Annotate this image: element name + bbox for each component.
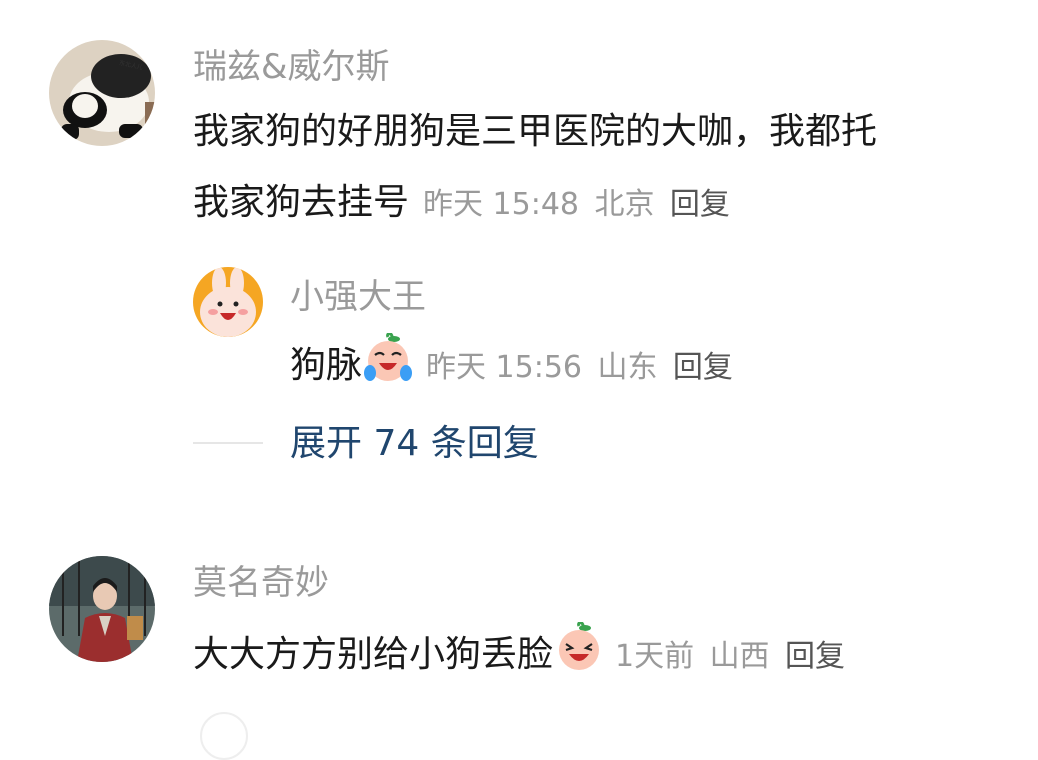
avatar-xiaoqiang[interactable] — [193, 267, 263, 337]
expand-divider — [193, 442, 263, 444]
laughing-cry-peach-emoji-icon — [559, 622, 600, 670]
avatar-mominqimiao[interactable] — [49, 556, 155, 662]
comment-text-line-2: 我家狗去挂号 昨天 15:48 北京 回复 — [193, 175, 877, 233]
expand-replies-button[interactable]: 展开 74 条回复 — [290, 422, 539, 466]
reply-button[interactable]: 回复 — [785, 639, 845, 674]
avatar-ruizi[interactable]: 东北人儿 — [49, 40, 155, 146]
comment-location: 山西 — [709, 639, 770, 674]
comment-text: 大大方方别给小狗丢脸 1天前 山西 回复 — [193, 622, 845, 685]
reply-button[interactable]: 回复 — [670, 187, 730, 222]
comment-username[interactable]: 瑞兹&威尔斯 — [193, 47, 390, 87]
comment-text-line: 我家狗的好朋狗是三甲医院的大咖，我都托 — [193, 111, 878, 152]
reply-text: 狗脉 昨天 15:56 山东 回复 — [290, 333, 733, 396]
next-avatar-partial — [200, 712, 248, 760]
bunny-avatar-icon — [193, 267, 263, 337]
reply-reply-button[interactable]: 回复 — [673, 350, 733, 385]
comment-text: 我家狗的好朋狗是三甲医院的大咖，我都托 我家狗去挂号 昨天 15:48 北京 回复 — [193, 104, 877, 233]
comment-username[interactable]: 莫名奇妙 — [193, 563, 329, 603]
comment-text-line-2-content: 我家狗去挂号 — [193, 182, 410, 223]
anime-character-avatar-icon — [49, 556, 155, 662]
laughing-cry-peach-emoji-icon — [364, 333, 413, 381]
reply-text-content: 狗脉 — [290, 345, 363, 386]
panda-avatar-icon — [49, 40, 155, 146]
reply-username[interactable]: 小强大王 — [290, 277, 426, 317]
comment-time: 昨天 15:48 — [423, 187, 580, 222]
comment-time: 1天前 — [615, 639, 695, 674]
reply-time: 昨天 15:56 — [426, 350, 583, 385]
comment-location: 北京 — [594, 187, 655, 222]
reply-location: 山东 — [597, 350, 658, 385]
comment-text-content: 大大方方别给小狗丢脸 — [193, 634, 554, 675]
